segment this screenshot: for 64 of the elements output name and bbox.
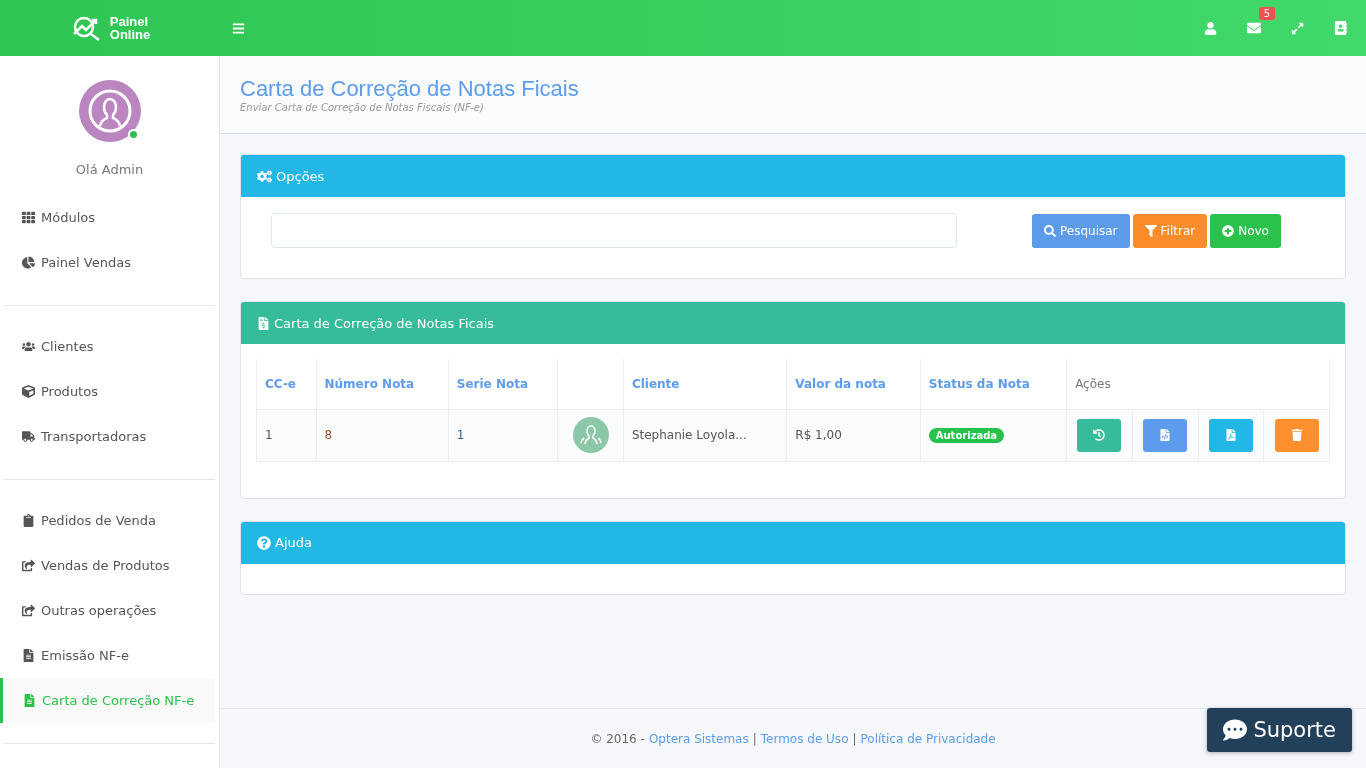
page-title: Carta de Correção de Notas Ficais: [240, 76, 580, 102]
grid-icon: [22, 211, 35, 224]
sidebar-item[interactable]: Módulos: [0, 195, 215, 240]
pdf-button[interactable]: [1208, 418, 1253, 452]
sidebar-item[interactable]: Outras operações: [0, 588, 215, 633]
chat-icon: [1223, 718, 1248, 742]
table-cell: 8: [316, 409, 449, 461]
clipboard-icon: [22, 514, 35, 527]
sidebar-item[interactable]: Painel Vendas: [0, 240, 215, 285]
sidebar-item[interactable]: Clientes: [0, 324, 215, 369]
column-header: CC-e: [256, 359, 316, 409]
pie-chart-icon: [22, 256, 35, 269]
contacts-button[interactable]: [1332, 19, 1350, 37]
table-cell: 1: [448, 409, 558, 461]
code-file-icon: [1159, 429, 1172, 441]
column-header: Número Nota: [316, 359, 449, 409]
logo-text: Painel Online: [109, 15, 151, 41]
user-button[interactable]: [1202, 19, 1219, 37]
support-button[interactable]: Suporte: [1207, 708, 1352, 752]
pdf-file-icon: [1224, 429, 1237, 441]
sidebar-item[interactable]: Produtos: [0, 369, 215, 414]
user-silhouette-icon: [87, 89, 132, 133]
greeting-text: Olá Admin: [74, 162, 145, 177]
notification-badge: 5: [1258, 7, 1275, 20]
column-header: Valor da nota: [786, 359, 921, 409]
sidebar-item[interactable]: Transportadoras: [0, 414, 215, 459]
column-header: Ações: [1066, 359, 1330, 409]
share-icon: [22, 559, 35, 572]
code-file-button[interactable]: [1143, 418, 1188, 452]
status-badge: Autorizada: [928, 428, 1005, 443]
panel-title: Carta de Correção de Notas Ficais: [274, 315, 495, 331]
table-cell: Stephanie Loyola...: [623, 409, 787, 461]
footer-text: © 2016 -: [590, 731, 645, 746]
document-icon: [23, 694, 36, 707]
page-subtitle: Enviar Carta de Correção de Notas Fiscais (NF-e): [240, 102, 485, 113]
client-avatar: [572, 417, 609, 453]
gears-icon: [257, 168, 272, 184]
truck-icon: [22, 430, 35, 443]
history-button[interactable]: [1077, 418, 1122, 452]
column-header: Status da Nota: [920, 359, 1067, 409]
sidebar-item[interactable]: Vendas de Produtos: [0, 543, 215, 588]
sidebar-item[interactable]: Emissão NF-e: [0, 633, 215, 678]
table-cell: R$ 1,00: [786, 409, 921, 461]
menu-icon: [232, 21, 245, 35]
trash-icon: [1290, 429, 1303, 441]
delete-button[interactable]: [1274, 418, 1319, 452]
column-header: Cliente: [623, 359, 787, 409]
history-icon: [1093, 429, 1106, 441]
cube-icon: [22, 385, 35, 398]
panel-title: Opções: [276, 168, 325, 184]
footer-text: |: [752, 731, 757, 746]
question-icon: [257, 535, 271, 550]
column-header: Serie Nota: [448, 359, 558, 409]
table-cell: 1: [256, 409, 316, 461]
filter-icon: [1144, 224, 1157, 237]
sidebar-item[interactable]: Pedidos de Venda: [0, 498, 215, 543]
document-icon: [22, 649, 35, 662]
share-icon: [22, 604, 35, 617]
search-field[interactable]: [271, 213, 957, 248]
search-icon: [1044, 224, 1056, 237]
panel-title: Ajuda: [275, 535, 312, 550]
users-icon: [22, 340, 35, 353]
footer-text: |: [852, 731, 857, 746]
invoice-icon: [257, 316, 270, 330]
